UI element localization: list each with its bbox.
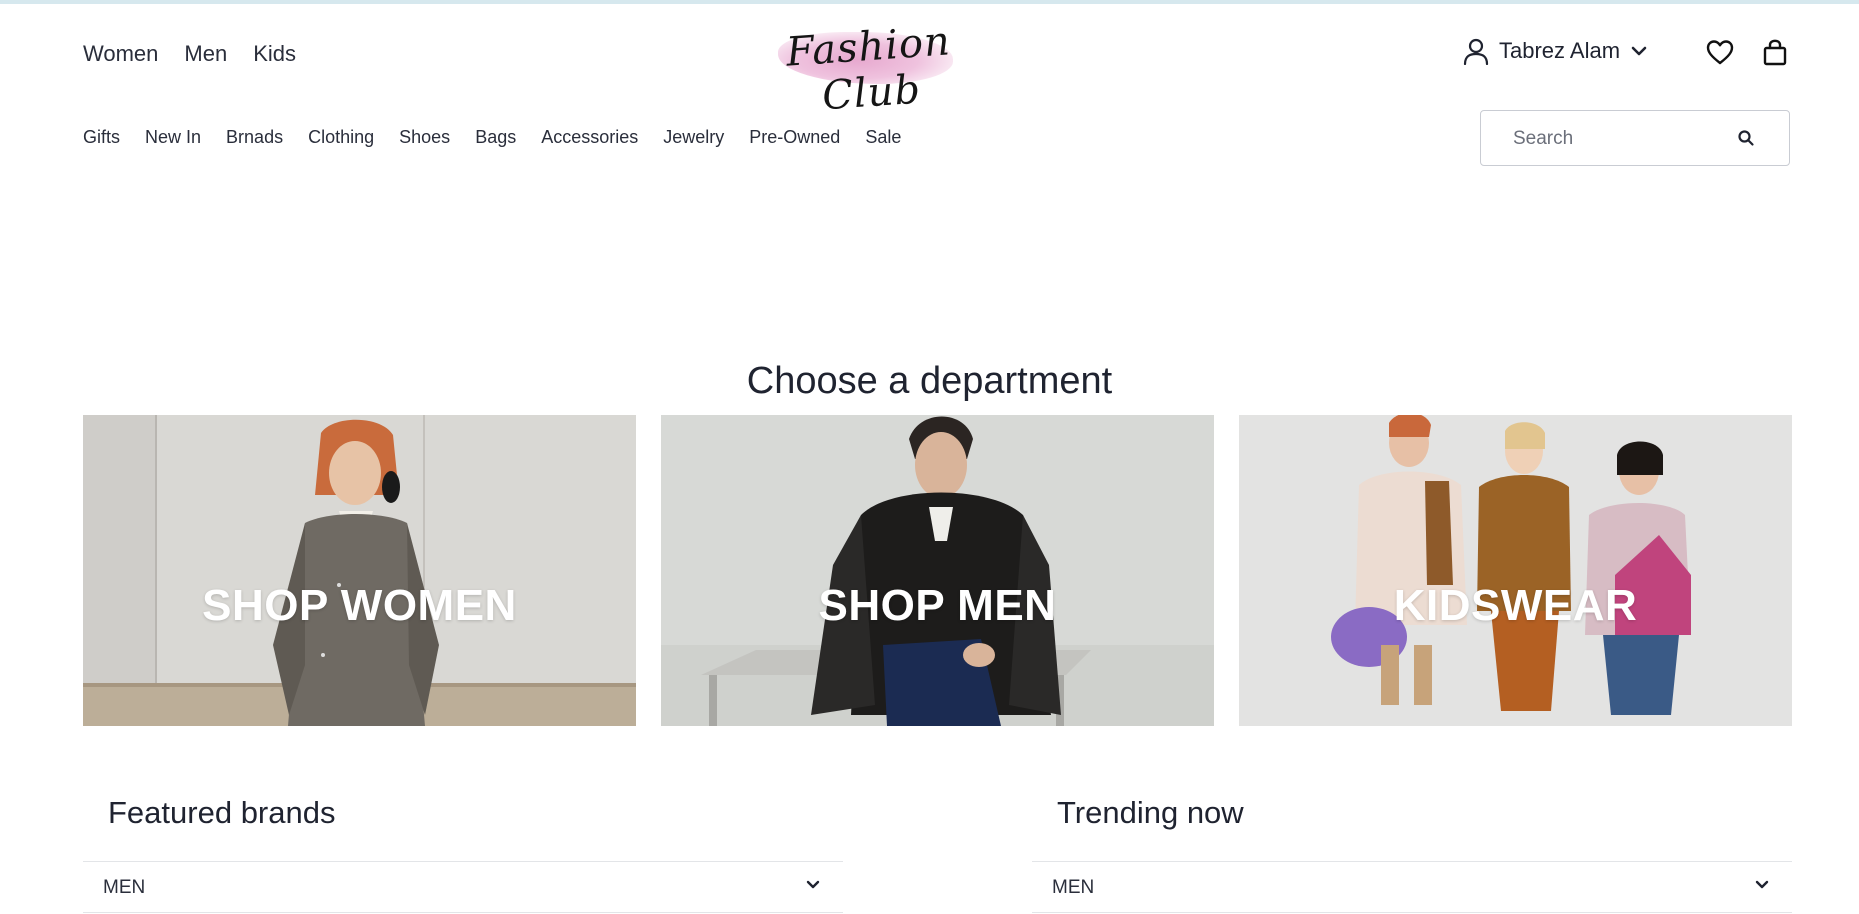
search-box <box>1480 110 1790 166</box>
nav-pre-owned[interactable]: Pre-Owned <box>749 127 840 148</box>
nav-sale[interactable]: Sale <box>865 127 901 148</box>
nav-jewelry[interactable]: Jewelry <box>663 127 724 148</box>
chevron-down-icon <box>1630 45 1648 57</box>
department-card-women[interactable]: SHOP WOMEN <box>83 415 636 726</box>
chevron-down-icon <box>1754 878 1770 896</box>
user-name: Tabrez Alam <box>1499 38 1621 63</box>
featured-brands-title: Featured brands <box>108 795 336 830</box>
nav-women[interactable]: Women <box>83 41 158 67</box>
chevron-down-icon <box>805 878 821 896</box>
nav-accessories[interactable]: Accessories <box>541 127 638 148</box>
men-photo <box>661 415 1214 726</box>
nav-brands[interactable]: Brnads <box>226 127 283 148</box>
site-logo[interactable]: Fashion Club <box>760 14 980 119</box>
shopping-bag-icon <box>1761 39 1789 72</box>
department-label: SHOP MEN <box>818 581 1057 630</box>
trending-now-accordion[interactable]: MEN <box>1032 861 1792 913</box>
accordion-label: MEN <box>1052 877 1095 898</box>
women-photo <box>83 415 636 726</box>
user-icon <box>1463 37 1489 65</box>
wishlist-button[interactable] <box>1705 38 1737 70</box>
nav-clothing[interactable]: Clothing <box>308 127 374 148</box>
page-title: Choose a department <box>746 359 1113 402</box>
nav-bags[interactable]: Bags <box>475 127 516 148</box>
department-card-men[interactable]: SHOP MEN <box>661 415 1214 726</box>
top-border <box>0 0 1859 4</box>
nav-men[interactable]: Men <box>184 41 227 67</box>
featured-brands-accordion[interactable]: MEN <box>83 861 843 913</box>
nav-shoes[interactable]: Shoes <box>399 127 450 148</box>
cart-button[interactable] <box>1761 38 1793 70</box>
department-card-kids[interactable]: KIDSWEAR <box>1239 415 1792 726</box>
user-account-menu[interactable]: Tabrez Alam <box>1463 37 1648 65</box>
department-label: KIDSWEAR <box>1393 581 1638 630</box>
nav-gifts[interactable]: Gifts <box>83 127 120 148</box>
kids-photo <box>1239 415 1792 726</box>
search-input[interactable] <box>1511 125 1735 153</box>
search-icon[interactable] <box>1737 129 1755 152</box>
heart-icon <box>1705 40 1735 70</box>
category-nav: Gifts New In Brnads Clothing Shoes Bags … <box>83 127 901 148</box>
trending-now-title: Trending now <box>1057 795 1244 830</box>
nav-new-in[interactable]: New In <box>145 127 201 148</box>
logo-text: Fashion Club <box>784 18 953 120</box>
accordion-label: MEN <box>103 877 146 898</box>
primary-nav: Women Men Kids <box>83 41 296 67</box>
nav-kids[interactable]: Kids <box>253 41 296 67</box>
department-label: SHOP WOMEN <box>202 581 517 630</box>
